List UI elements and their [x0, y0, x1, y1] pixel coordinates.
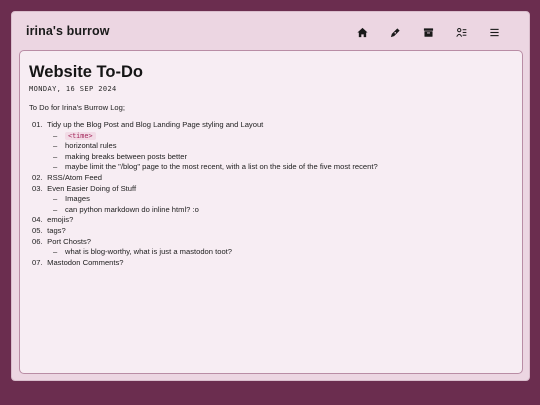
inline-code: <time> — [65, 131, 96, 140]
todo-item: 03. Even Easier Doing of Stuff – Images –… — [32, 184, 378, 216]
sub-item: – horizontal rules — [53, 141, 117, 151]
item-text: RSS/Atom Feed — [47, 172, 102, 182]
todo-item: 01. Tidy up the Blog Post and Blog Landi… — [32, 120, 378, 173]
sub-item-text: what is blog-worthy, what is just a mast… — [65, 247, 233, 257]
todo-item: 07. Mastodon Comments? — [32, 258, 378, 269]
sub-item-text: making breaks between posts better — [65, 151, 187, 161]
menu-button[interactable] — [478, 24, 511, 40]
archive-button[interactable] — [412, 24, 445, 40]
sub-list: – what is blog-worthy, what is just a mas… — [32, 247, 378, 258]
item-number: 01. — [32, 120, 43, 129]
sub-item: – <time> — [53, 131, 378, 142]
item-number: 04. — [32, 215, 43, 225]
sub-list: – Images – can python markdown do inline h… — [32, 194, 378, 215]
post-date: MONDAY, 16 SEP 2024 — [29, 85, 117, 93]
sub-item: – what is blog-worthy, what is just a mas… — [53, 247, 233, 257]
browser-window: irina's burrow Website To-Do MONDAY, 16 … — [11, 11, 530, 381]
item-number: 05. — [32, 225, 43, 235]
sub-item: – Images — [53, 194, 90, 204]
blog-button[interactable] — [379, 24, 412, 40]
post-intro: To Do for Irina's Burrow Log; — [29, 103, 125, 112]
todo-list: 01. Tidy up the Blog Post and Blog Landi… — [32, 120, 378, 268]
site-header: irina's burrow — [12, 12, 529, 50]
sub-item: – maybe limit the "/blog" page to the mos… — [53, 162, 378, 172]
sub-item-text: horizontal rules — [65, 141, 117, 151]
todo-item: 04. emojis? — [32, 215, 378, 226]
item-number: 03. — [32, 183, 43, 193]
sub-item-text: Images — [65, 194, 90, 204]
about-button[interactable] — [445, 24, 478, 40]
home-icon — [357, 27, 368, 37]
item-number: 07. — [32, 257, 43, 267]
site-title[interactable]: irina's burrow — [26, 24, 110, 38]
todo-item: 06. Port Chosts? – what is blog-worthy, w… — [32, 237, 378, 258]
archive-icon — [423, 27, 434, 37]
menu-icon — [490, 28, 499, 36]
todo-item: 05. tags? — [32, 226, 378, 237]
sub-item-text: can python markdown do inline html? :o — [65, 204, 199, 214]
item-text: Tidy up the Blog Post and Blog Landing P… — [46, 120, 264, 129]
item-number: 06. — [32, 236, 43, 246]
post-title: Website To-Do — [29, 63, 143, 81]
item-text: Mastodon Comments? — [47, 257, 124, 267]
post-card: Website To-Do MONDAY, 16 SEP 2024 To Do … — [19, 50, 523, 374]
item-text: tags? — [47, 225, 66, 235]
home-button[interactable] — [346, 24, 379, 40]
item-text: Port Chosts? — [47, 236, 92, 246]
sub-item: – making breaks between posts better — [53, 151, 187, 161]
user-list-icon — [456, 27, 467, 37]
item-text: emojis? — [47, 215, 74, 225]
sub-item: – can python markdown do inline html? :o — [53, 204, 199, 214]
item-number: 02. — [32, 172, 43, 182]
pen-icon — [390, 27, 400, 37]
sub-item-text: maybe limit the "/blog" page to the most… — [65, 162, 378, 172]
todo-item: 02. RSS/Atom Feed — [32, 173, 378, 184]
sub-list: – <time> – horizontal rules – making breaks… — [32, 131, 378, 173]
item-text: Even Easier Doing of Stuff — [47, 183, 137, 193]
nav-bar — [346, 24, 511, 40]
